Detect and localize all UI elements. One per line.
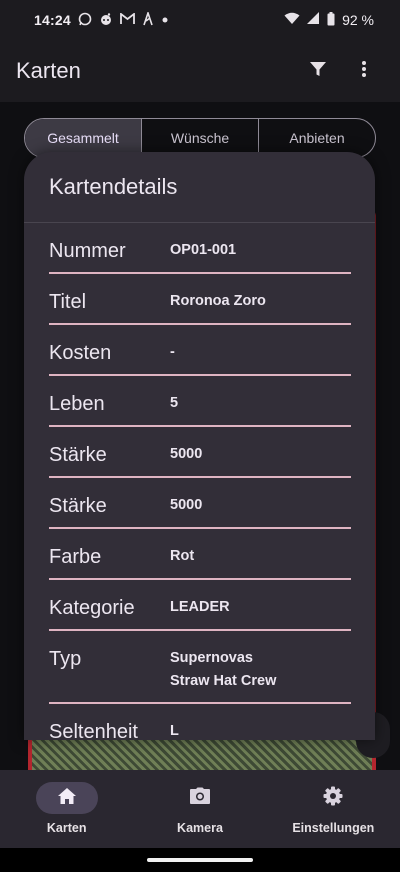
- wifi-icon: [284, 12, 300, 28]
- value-line: 5000: [170, 446, 203, 462]
- detail-label: Typ: [49, 648, 82, 670]
- gesture-handle[interactable]: [147, 858, 253, 862]
- detail-row-seltenheit: Seltenheit L: [49, 704, 351, 740]
- detail-label: Stärke: [49, 444, 107, 466]
- detail-value: LEADER: [170, 596, 230, 619]
- detail-value: Supernovas Straw Hat Crew: [170, 647, 276, 693]
- detail-value: Roronoa Zoro: [170, 290, 266, 313]
- detail-label: Titel: [49, 291, 87, 313]
- detail-value: 5000: [170, 443, 202, 466]
- detail-label: Nummer: [49, 240, 126, 262]
- signal-icon: [307, 12, 320, 28]
- value-line: OP01-001: [170, 242, 237, 258]
- detail-row-titel: Titel Roronoa Zoro: [49, 274, 351, 325]
- nav-indicator: [169, 782, 231, 814]
- nav-item-karten[interactable]: Karten: [0, 770, 133, 848]
- bottom-navigation: Karten Kamera Einstellungen: [0, 770, 400, 848]
- details-list: Nummer OP01-001 Titel Roronoa Zoro Koste…: [24, 223, 375, 740]
- value-line: 5000: [170, 497, 203, 513]
- detail-row-staerke: Stärke 5000: [49, 427, 351, 478]
- card-details-sheet: Kartendetails Nummer OP01-001 Titel Roro…: [24, 152, 375, 740]
- value-line: Supernovas: [170, 650, 253, 666]
- settings-icon: [323, 786, 343, 811]
- detail-row-staerke-2: Stärke 5000: [49, 478, 351, 529]
- detail-label: Farbe: [49, 546, 102, 568]
- detail-row-leben: Leben 5: [49, 376, 351, 427]
- detail-row-farbe: Farbe Rot: [49, 529, 351, 580]
- filter-icon: [309, 60, 327, 83]
- page-title: Karten: [16, 58, 81, 83]
- gmail-icon: [119, 11, 135, 28]
- nav-item-einstellungen[interactable]: Einstellungen: [267, 770, 400, 848]
- nav-item-kamera[interactable]: Kamera: [133, 770, 266, 848]
- gesture-area: [0, 848, 400, 872]
- value-line: L: [170, 723, 179, 739]
- battery-icon: [327, 11, 335, 29]
- value-line: Rot: [170, 548, 195, 564]
- detail-value: -: [170, 341, 175, 364]
- nav-label: Karten: [46, 821, 87, 835]
- card-image-artwork: [28, 740, 376, 770]
- nav-label: Einstellungen: [292, 821, 375, 835]
- value-line: LEADER: [170, 599, 230, 615]
- detail-label: Kategorie: [49, 597, 135, 619]
- detail-value: 5: [170, 392, 178, 415]
- camera-icon: [189, 787, 211, 810]
- filter-button[interactable]: [298, 51, 338, 91]
- more-options-button[interactable]: [344, 51, 384, 91]
- detail-label: Leben: [49, 393, 105, 415]
- detail-row-nummer: Nummer OP01-001: [49, 223, 351, 274]
- value-line: Straw Hat Crew: [170, 673, 277, 689]
- value-line: 5: [170, 395, 179, 411]
- detail-label: Kosten: [49, 342, 112, 364]
- nav-label: Kamera: [177, 821, 223, 835]
- detail-value: OP01-001: [170, 239, 236, 262]
- detail-value: Rot: [170, 545, 194, 568]
- more-vert-icon: [361, 60, 367, 83]
- sheet-title: Kartendetails: [24, 152, 375, 223]
- detail-row-typ: Typ Supernovas Straw Hat Crew: [49, 631, 351, 704]
- dot-icon: [161, 13, 169, 27]
- detail-label: Stärke: [49, 495, 107, 517]
- detail-label: Seltenheit: [49, 721, 138, 740]
- app-icon: [142, 9, 154, 29]
- whatsapp-icon: [78, 12, 92, 29]
- top-app-bar: Karten: [0, 40, 400, 102]
- status-bar: 14:24 92 %: [0, 0, 400, 40]
- reddit-icon: [99, 12, 113, 29]
- detail-row-kosten: Kosten -: [49, 325, 351, 376]
- nav-indicator: [35, 782, 98, 814]
- value-line: Roronoa Zoro: [170, 293, 266, 309]
- nav-indicator: [302, 782, 364, 814]
- detail-value: 5000: [170, 494, 202, 517]
- detail-row-kategorie: Kategorie LEADER: [49, 580, 351, 631]
- value-line: -: [170, 344, 175, 360]
- detail-value: L: [170, 720, 179, 740]
- status-time: 14:24: [34, 12, 71, 28]
- home-icon: [57, 787, 77, 810]
- battery-level: 92 %: [342, 12, 374, 28]
